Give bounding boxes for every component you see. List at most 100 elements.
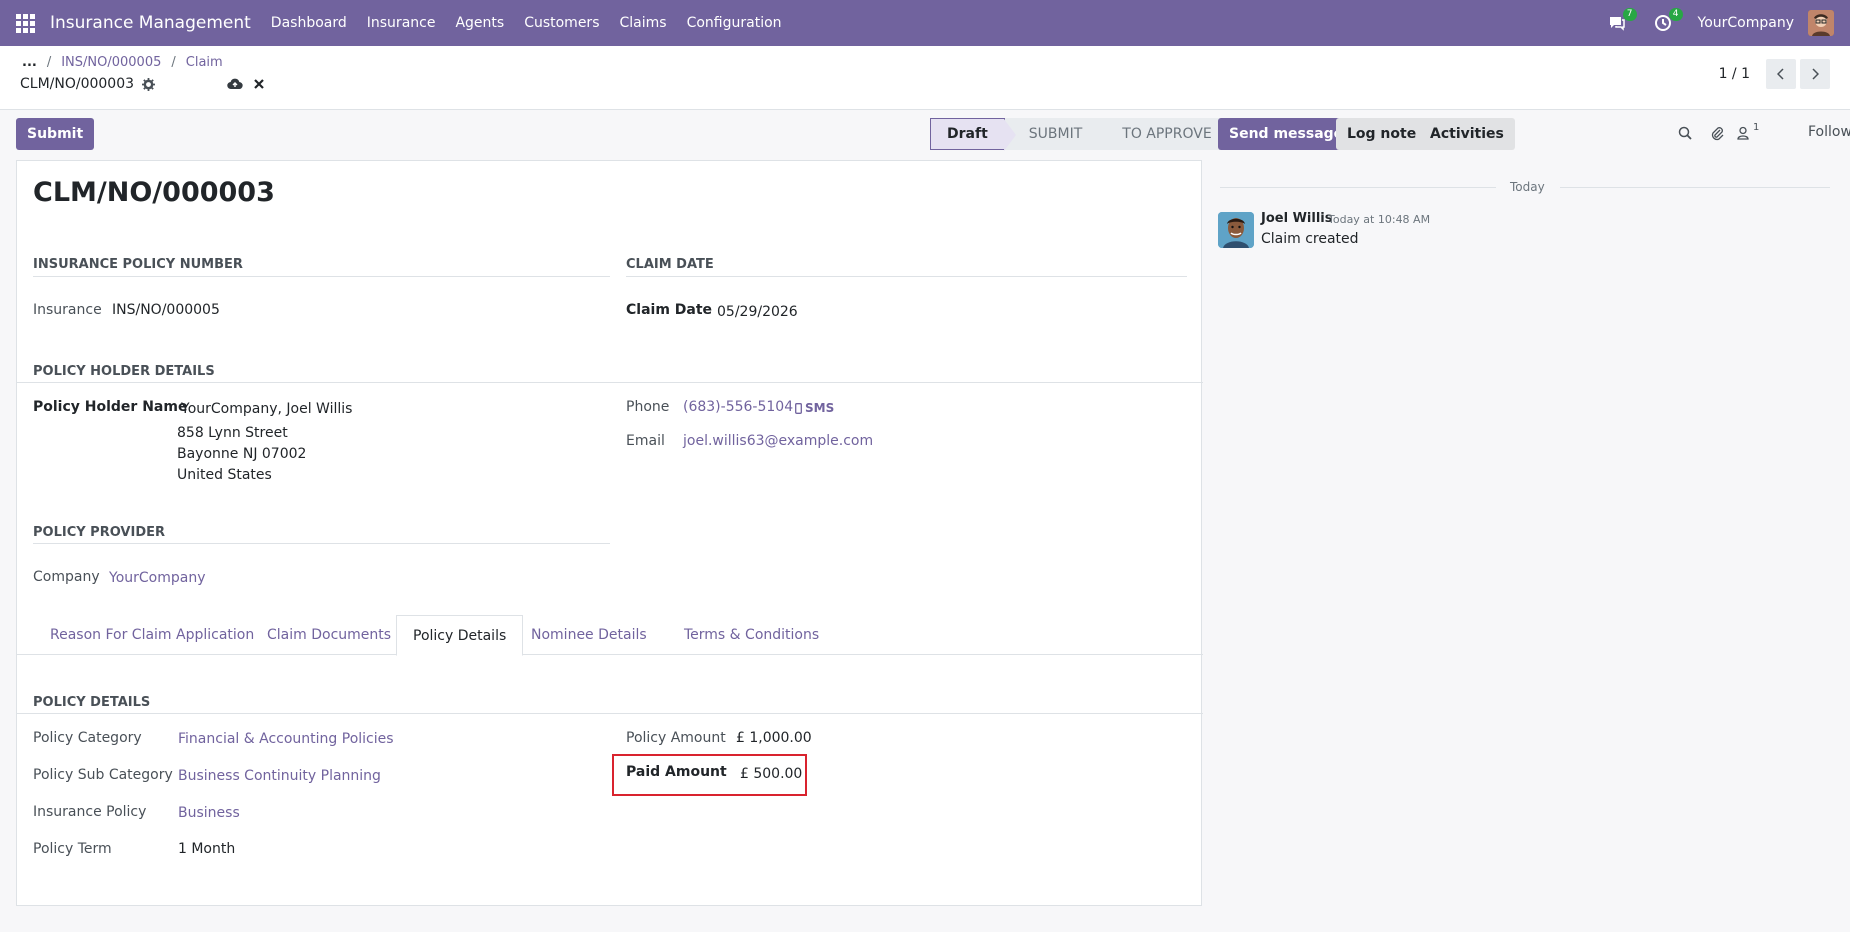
- message-date: Today at 10:48 AM: [1328, 213, 1431, 226]
- section-policy-holder-details: POLICY HOLDER DETAILS: [33, 364, 215, 379]
- app-name[interactable]: Insurance Management: [50, 13, 251, 33]
- send-message-button[interactable]: Send message: [1218, 118, 1355, 150]
- pager-next-button[interactable]: [1800, 59, 1830, 89]
- chevron-left-icon: [1777, 68, 1784, 80]
- messaging-icon[interactable]: 7: [1606, 8, 1637, 34]
- policy-holder-name[interactable]: YourCompany, Joel Willis: [181, 401, 352, 417]
- stage-arrow: [1098, 118, 1111, 150]
- date-separator: Today: [1510, 180, 1545, 194]
- insurance-policy-field[interactable]: Business: [178, 805, 240, 821]
- form-sheet: CLM/NO/000003 INSURANCE POLICY NUMBER CL…: [16, 160, 1203, 906]
- sms-label: SMS: [805, 401, 835, 415]
- menu-configuration[interactable]: Configuration: [687, 15, 782, 31]
- stage-to-approve[interactable]: TO APPROVE: [1098, 118, 1230, 150]
- message-author-avatar[interactable]: [1218, 212, 1254, 248]
- breadcrumb-insurance[interactable]: INS/NO/000005: [61, 55, 161, 70]
- top-navbar: Insurance Management Dashboard Insurance…: [0, 0, 1850, 46]
- paperclip-icon[interactable]: [1708, 124, 1726, 142]
- search-icon[interactable]: [1676, 124, 1694, 142]
- paid-amount-label: Paid Amount: [626, 764, 727, 780]
- company-field[interactable]: YourCompany: [109, 570, 206, 586]
- section-claim-date: CLAIM DATE: [626, 257, 714, 272]
- activities-button[interactable]: Activities: [1419, 118, 1515, 150]
- insurance-label: Insurance: [33, 302, 102, 318]
- email-label: Email: [626, 433, 665, 449]
- date-divider-left: [1220, 187, 1496, 188]
- claim-date-field[interactable]: 05/29/2026: [717, 304, 798, 320]
- divider: [17, 382, 1203, 383]
- address-country: United States: [177, 467, 272, 483]
- divider: [626, 276, 1187, 277]
- phone-field[interactable]: (683)-556-5104: [683, 399, 793, 415]
- stage-submit[interactable]: SUBMIT: [1004, 118, 1111, 150]
- stage-to-approve-label: TO APPROVE: [1122, 126, 1212, 142]
- followers-icon[interactable]: [1734, 124, 1752, 142]
- record-title: CLM/NO/000003: [33, 177, 275, 208]
- record-line: CLM/NO/000003: [20, 76, 265, 92]
- chevron-right-icon: [1812, 68, 1819, 80]
- discard-icon[interactable]: [253, 78, 265, 90]
- submit-button[interactable]: Submit: [16, 118, 95, 150]
- tab-reason-for-claim[interactable]: Reason For Claim Application: [34, 615, 270, 655]
- pager-value[interactable]: 1 / 1: [1719, 66, 1750, 82]
- gear-icon[interactable]: [142, 77, 156, 91]
- followers-count: 1: [1753, 122, 1760, 133]
- divider: [33, 543, 610, 544]
- date-divider-right: [1560, 187, 1830, 188]
- email-field[interactable]: joel.willis63@example.com: [683, 433, 873, 449]
- pager-previous-button[interactable]: [1766, 59, 1796, 89]
- status-bar: Draft SUBMIT TO APPROVE: [930, 118, 1230, 151]
- stage-submit-label: SUBMIT: [1028, 126, 1083, 142]
- tab-policy-details[interactable]: Policy Details: [396, 615, 524, 656]
- policy-holder-label: Policy Holder Name: [33, 399, 188, 415]
- address-street: 858 Lynn Street: [177, 425, 288, 441]
- control-panel: ... / INS/NO/000005 / Claim CLM/NO/00000…: [0, 46, 1850, 110]
- breadcrumb-separator: /: [171, 55, 176, 70]
- menu-customers[interactable]: Customers: [524, 15, 599, 31]
- messages-badge: 7: [1622, 8, 1637, 21]
- stage-arrow: [1003, 119, 1016, 151]
- menu-claims[interactable]: Claims: [620, 15, 667, 31]
- policy-term-field[interactable]: 1 Month: [178, 841, 235, 857]
- policy-amount-label: Policy Amount: [626, 730, 726, 746]
- menu-agents[interactable]: Agents: [455, 15, 504, 31]
- notebook-tabs: Reason For Claim Application Claim Docum…: [17, 615, 1203, 656]
- current-record-name: CLM/NO/000003: [20, 76, 135, 92]
- paid-amount-field[interactable]: £ 500.00: [740, 766, 802, 782]
- breadcrumb-separator: /: [46, 55, 52, 70]
- follow-button[interactable]: Follow: [1808, 124, 1850, 140]
- tab-claim-documents[interactable]: Claim Documents: [251, 615, 407, 655]
- activities-badge: 4: [1668, 8, 1683, 21]
- tab-nominee-details[interactable]: Nominee Details: [515, 615, 663, 655]
- section-policy-details: POLICY DETAILS: [33, 695, 151, 710]
- policy-category-field[interactable]: Financial & Accounting Policies: [178, 731, 394, 747]
- company-switcher[interactable]: YourCompany: [1698, 15, 1795, 31]
- address-city: Bayonne NJ 07002: [177, 446, 307, 462]
- menu-insurance[interactable]: Insurance: [367, 15, 436, 31]
- company-label: Company: [33, 569, 100, 585]
- message-author[interactable]: Joel Willis: [1261, 211, 1332, 226]
- policy-sub-category-label: Policy Sub Category: [33, 767, 173, 783]
- breadcrumb-claim[interactable]: Claim: [186, 55, 223, 70]
- pager: 1 / 1: [1719, 59, 1830, 89]
- sms-button[interactable]: SMS: [795, 401, 834, 415]
- policy-amount-field[interactable]: £ 1,000.00: [736, 730, 812, 746]
- policy-sub-category-field[interactable]: Business Continuity Planning: [178, 768, 381, 784]
- activity-clock-icon[interactable]: 4: [1652, 8, 1683, 34]
- section-insurance-policy-number: INSURANCE POLICY NUMBER: [33, 257, 243, 272]
- insurance-field[interactable]: INS/NO/000005: [112, 302, 220, 318]
- apps-grid-icon[interactable]: [16, 12, 38, 34]
- tab-terms-conditions[interactable]: Terms & Conditions: [668, 615, 835, 655]
- divider: [17, 713, 1203, 714]
- menu-dashboard[interactable]: Dashboard: [271, 15, 347, 31]
- breadcrumb-ellipsis[interactable]: ...: [22, 55, 37, 70]
- save-cloud-icon[interactable]: [227, 78, 243, 90]
- stage-draft[interactable]: Draft: [930, 118, 1016, 151]
- user-avatar[interactable]: [1808, 10, 1834, 36]
- breadcrumb: ... / INS/NO/000005 / Claim: [22, 55, 223, 70]
- insurance-policy-label: Insurance Policy: [33, 804, 147, 820]
- log-note-button[interactable]: Log note: [1336, 118, 1428, 150]
- phone-label: Phone: [626, 399, 670, 415]
- policy-category-label: Policy Category: [33, 730, 142, 746]
- divider: [33, 276, 610, 277]
